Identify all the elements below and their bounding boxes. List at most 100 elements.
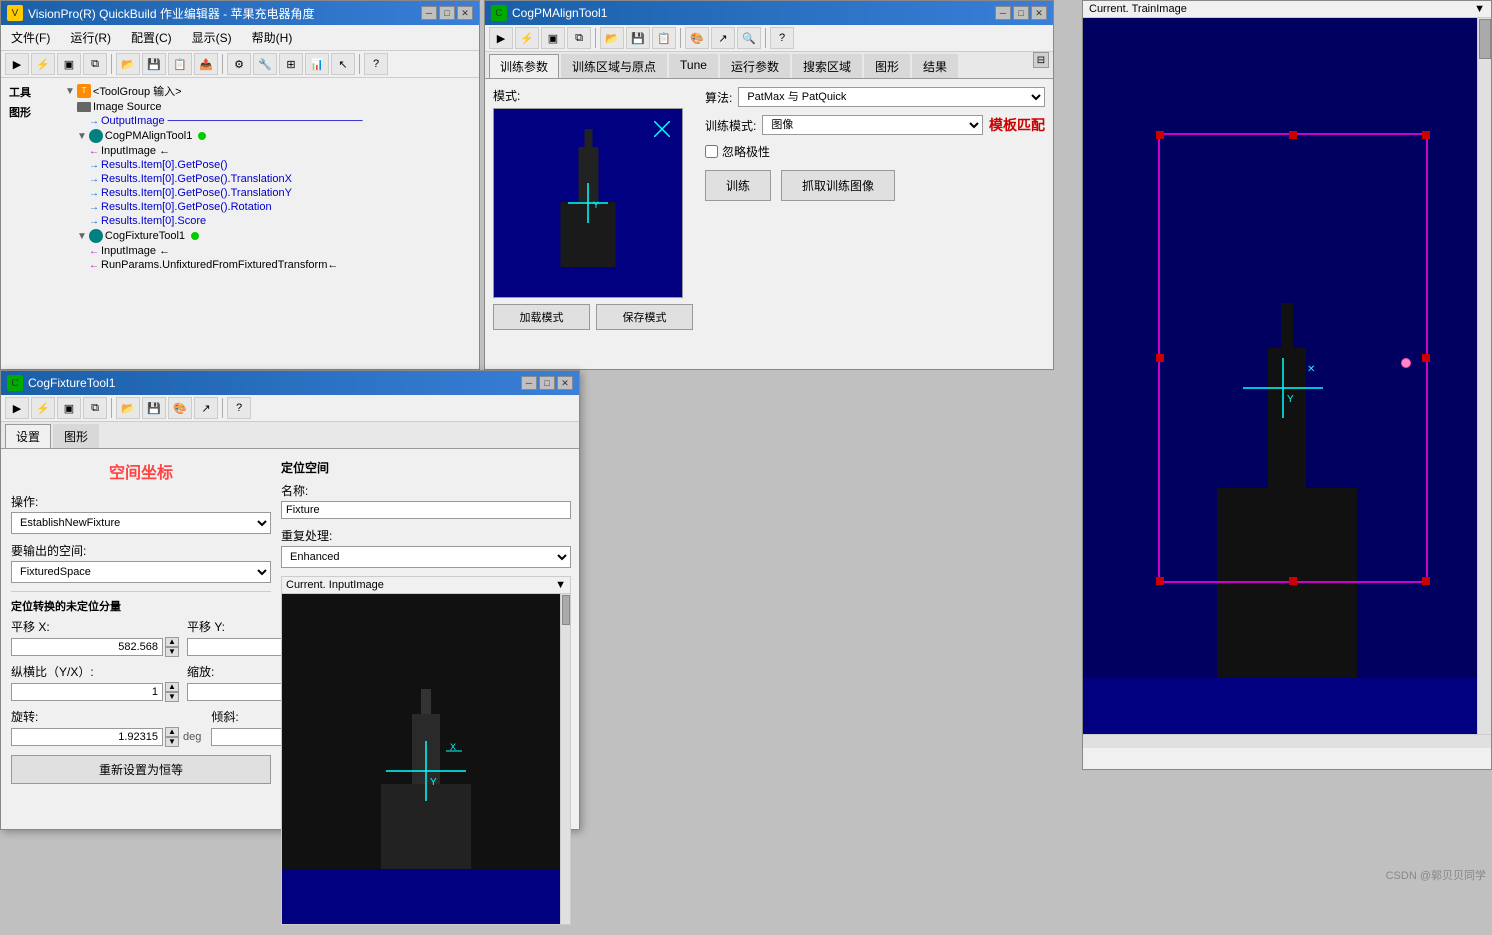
maximize-btn[interactable]: □ xyxy=(439,6,455,20)
fixture-scrollbar[interactable] xyxy=(560,594,570,924)
fixture-tab-graphics[interactable]: 图形 xyxy=(53,424,99,448)
tb-help[interactable]: ? xyxy=(364,53,388,75)
main-toolbar: ▶ ⚡ ▣ ⧉ 📂 💾 📋 📤 ⚙ 🔧 ⊞ 📊 ↖ ? xyxy=(1,51,479,78)
tb-run[interactable]: ▶ xyxy=(5,53,29,75)
pm-tb-open[interactable]: 📂 xyxy=(600,27,624,49)
pm-tb-saveas[interactable]: 📋 xyxy=(652,27,676,49)
fixture-tb-help[interactable]: ? xyxy=(227,397,251,419)
pm-tb-help[interactable]: ? xyxy=(770,27,794,49)
close-btn[interactable]: ✕ xyxy=(457,6,473,20)
minimize-btn[interactable]: ─ xyxy=(421,6,437,20)
tb-chart[interactable]: 📊 xyxy=(305,53,329,75)
right-scroll-thumb[interactable] xyxy=(1479,19,1491,59)
tree-expand-arrow[interactable]: ▼ xyxy=(65,86,75,97)
fixture-tb-run[interactable]: ▶ xyxy=(5,397,29,419)
pm-tab-graphics[interactable]: 图形 xyxy=(864,54,910,78)
right-panel-dropdown-arrow[interactable]: ▼ xyxy=(1474,3,1485,15)
menu-display[interactable]: 显示(S) xyxy=(186,27,238,48)
menu-config[interactable]: 配置(C) xyxy=(125,27,178,48)
trainmode-select[interactable]: 图像 xyxy=(762,115,983,135)
pm-tab-region[interactable]: 训练区域与原点 xyxy=(561,54,667,78)
pm-minimize-btn[interactable]: ─ xyxy=(995,6,1011,20)
tb-open[interactable]: 📂 xyxy=(116,53,140,75)
tb-wrench[interactable]: 🔧 xyxy=(253,53,277,75)
tb-export[interactable]: 📤 xyxy=(194,53,218,75)
fixture-minimize-btn[interactable]: ─ xyxy=(521,376,537,390)
fixture-tb-screen[interactable]: ▣ xyxy=(57,397,81,419)
fixture-tb-open[interactable]: 📂 xyxy=(116,397,140,419)
rotate-down[interactable]: ▼ xyxy=(165,737,179,747)
translatex-input[interactable] xyxy=(11,638,163,656)
right-scrollbar-h[interactable] xyxy=(1083,734,1491,748)
tb-grid[interactable]: ⊞ xyxy=(279,53,303,75)
fixture-input-arrow: ← xyxy=(89,246,99,257)
name-input[interactable] xyxy=(281,501,571,519)
pm-tab-search[interactable]: 搜索区域 xyxy=(792,54,862,78)
rotate-up[interactable]: ▲ xyxy=(165,727,179,737)
fixture-scroll-thumb[interactable] xyxy=(562,595,570,625)
translatex-down[interactable]: ▼ xyxy=(165,647,179,657)
rotate-field: 旋转: ▲ ▼ deg xyxy=(11,708,203,747)
fixture-tb-save[interactable]: 💾 xyxy=(142,397,166,419)
translatex-up[interactable]: ▲ xyxy=(165,637,179,647)
tb-save[interactable]: 💾 xyxy=(142,53,166,75)
fixture-maximize-btn[interactable]: □ xyxy=(539,376,555,390)
tb-cursor[interactable]: ↖ xyxy=(331,53,355,75)
pm-tab-results[interactable]: 结果 xyxy=(912,54,958,78)
menu-help[interactable]: 帮助(H) xyxy=(246,27,299,48)
fixture-tb-arrow[interactable]: ↗ xyxy=(194,397,218,419)
capture-btn[interactable]: 抓取训练图像 xyxy=(781,170,895,201)
pm-tab-train[interactable]: 训练参数 xyxy=(489,54,559,78)
outputspace-select[interactable]: FixturedSpace xyxy=(11,561,271,583)
pm-tb-run[interactable]: ▶ xyxy=(489,27,513,49)
menu-file[interactable]: 文件(F) xyxy=(5,27,56,48)
handle-dot[interactable] xyxy=(1401,358,1411,368)
scaleyx-down[interactable]: ▼ xyxy=(165,692,179,702)
pm-window-controls[interactable]: ─ □ ✕ xyxy=(995,6,1047,20)
ignore-checkbox[interactable] xyxy=(705,145,718,158)
fixture-expand-arrow[interactable]: ▼ xyxy=(77,231,87,242)
fixture-tb-copy[interactable]: ⧉ xyxy=(83,397,107,419)
fixture-tb-color[interactable]: 🎨 xyxy=(168,397,192,419)
pm-tb-arrow[interactable]: ↗ xyxy=(711,27,735,49)
translatex-input-row: ▲ ▼ xyxy=(11,637,179,657)
fixture-close-btn[interactable]: ✕ xyxy=(557,376,573,390)
tree-pmalign[interactable]: ▼ CogPMAlignTool1 xyxy=(65,128,475,144)
tb-saveas[interactable]: 📋 xyxy=(168,53,192,75)
pm-image-preview: Y xyxy=(493,108,683,298)
rotate-input[interactable] xyxy=(11,728,163,746)
pm-save-btn[interactable]: 保存模式 xyxy=(596,304,693,330)
pm-tab-run[interactable]: 运行参数 xyxy=(720,54,790,78)
reset-btn[interactable]: 重新设置为恒等 xyxy=(11,755,271,784)
scaleyx-up[interactable]: ▲ xyxy=(165,682,179,692)
scaleyx-input[interactable] xyxy=(11,683,163,701)
pm-tab-tune[interactable]: Tune xyxy=(669,54,718,78)
menu-run[interactable]: 运行(R) xyxy=(64,27,117,48)
main-window-controls[interactable]: ─ □ ✕ xyxy=(421,6,473,20)
tb-settings[interactable]: ⚙ xyxy=(227,53,251,75)
pm-load-btn[interactable]: 加载模式 xyxy=(493,304,590,330)
fixture-tab-settings[interactable]: 设置 xyxy=(5,424,51,448)
tb-screen[interactable]: ▣ xyxy=(57,53,81,75)
pm-tb-copy[interactable]: ⧉ xyxy=(567,27,591,49)
fixture-tb-flash[interactable]: ⚡ xyxy=(31,397,55,419)
pmalign-expand-arrow[interactable]: ▼ xyxy=(77,131,87,142)
fixture-img-dropdown[interactable]: ▼ xyxy=(555,579,566,591)
fixture-window-controls[interactable]: ─ □ ✕ xyxy=(521,376,573,390)
pm-tb-flash[interactable]: ⚡ xyxy=(515,27,539,49)
operation-select[interactable]: EstablishNewFixture xyxy=(11,512,271,534)
pm-tb-save[interactable]: 💾 xyxy=(626,27,650,49)
pm-tb-screen[interactable]: ▣ xyxy=(541,27,565,49)
algorithm-select[interactable]: PatMax 与 PatQuick xyxy=(738,87,1045,107)
pm-tb-zoom[interactable]: 🔍 xyxy=(737,27,761,49)
pm-maximize-btn[interactable]: □ xyxy=(1013,6,1029,20)
tb-flash[interactable]: ⚡ xyxy=(31,53,55,75)
pm-collapse-btn[interactable]: ⊟ xyxy=(1033,52,1049,68)
pm-tb-color[interactable]: 🎨 xyxy=(685,27,709,49)
tb-copy[interactable]: ⧉ xyxy=(83,53,107,75)
train-btn[interactable]: 训练 xyxy=(705,170,771,201)
right-scrollbar-v[interactable] xyxy=(1477,18,1491,748)
tree-fixture[interactable]: ▼ CogFixtureTool1 xyxy=(65,228,475,244)
pm-close-btn[interactable]: ✕ xyxy=(1031,6,1047,20)
repeat-select[interactable]: Enhanced xyxy=(281,546,571,568)
